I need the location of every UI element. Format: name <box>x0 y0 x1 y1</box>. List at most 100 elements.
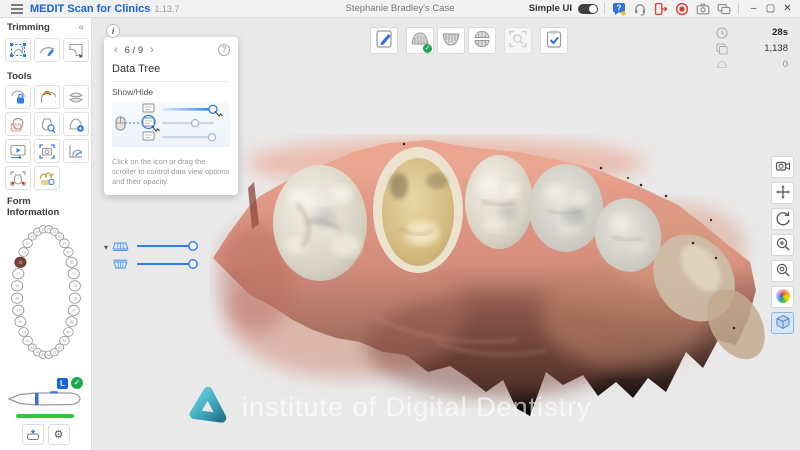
tooth-48[interactable]: 48 <box>11 292 24 304</box>
color-analysis-tool-button[interactable] <box>34 85 60 109</box>
simple-ui-toggle[interactable] <box>578 3 598 14</box>
scan-done-icon: ✓ <box>423 44 432 53</box>
smile-preview-icon <box>38 170 56 187</box>
scanner-calibration-button[interactable] <box>21 424 44 445</box>
screen-capture-icon[interactable] <box>695 1 711 17</box>
viewport-capture-button[interactable] <box>771 156 794 178</box>
occlusion-scan-icon <box>471 29 493 52</box>
maxilla-scan-button[interactable]: ✓ <box>406 27 434 54</box>
tooth-37[interactable]: 37 <box>67 304 80 316</box>
margin-line-tool-button[interactable] <box>63 139 89 163</box>
maxilla-layer-opacity-slider[interactable] <box>134 240 200 252</box>
tooth-34[interactable]: 34 <box>59 335 70 346</box>
mandible-layer-opacity-slider[interactable] <box>134 258 200 270</box>
box-view-icon <box>775 314 791 333</box>
app-window: MEDIT Scan for Clinics 1.13.7 Stephanie … <box>0 0 800 450</box>
occlusion-scan-button[interactable] <box>468 27 496 54</box>
sidebar: Trimming « Tools Form Information 18 17 16… <box>0 18 92 450</box>
tooth-45[interactable]: 45 <box>18 327 29 337</box>
svg-text:22: 22 <box>52 230 56 234</box>
edit-form-icon <box>374 29 394 52</box>
tooth-15[interactable]: 15 <box>18 247 29 257</box>
crown-check-icon <box>38 116 56 133</box>
minimize-button[interactable]: – <box>745 1 762 17</box>
tooth-24[interactable]: 24 <box>59 238 70 249</box>
upper-arch-mini-icon[interactable] <box>112 241 129 252</box>
help-button[interactable]: ? <box>218 44 230 56</box>
close-button[interactable]: ✕ <box>779 1 796 17</box>
tooth-28[interactable]: 28 <box>68 280 81 292</box>
tooth-16[interactable]: 16 <box>14 256 27 268</box>
occlusion-analysis-tool-button[interactable] <box>63 85 89 109</box>
crown-check-tool-button[interactable] <box>34 112 60 136</box>
svg-text:37: 37 <box>72 309 76 313</box>
tools-header: Tools <box>0 71 91 82</box>
ai-scan-button[interactable] <box>504 27 532 54</box>
edit-form-button[interactable] <box>370 27 398 54</box>
tooth-27[interactable]: 27 <box>67 268 80 280</box>
svg-text:26: 26 <box>70 261 74 265</box>
guide-popup: ‹ 6 / 9 › ? Data Tree Show/Hide Click on… <box>104 37 238 196</box>
info-button[interactable]: i <box>106 24 120 38</box>
region-select-tool-button[interactable] <box>5 112 31 136</box>
polygon-selection-icon <box>9 42 27 58</box>
extra-count: 0 <box>716 58 788 70</box>
svg-text:47: 47 <box>16 309 20 313</box>
color-mode-tool-button[interactable] <box>771 286 794 308</box>
lock-data-tool-button[interactable] <box>5 85 31 109</box>
next-page-button[interactable]: › <box>148 44 156 56</box>
divider <box>112 81 230 82</box>
svg-text:23: 23 <box>58 235 62 239</box>
curve-trim-tool-button[interactable] <box>34 38 60 62</box>
box-view-tool-button[interactable] <box>771 312 794 334</box>
menu-icon[interactable] <box>8 2 26 16</box>
frame-count-value: 1,138 <box>764 42 788 54</box>
svg-text:43: 43 <box>30 346 34 350</box>
tooth-35[interactable]: 35 <box>63 327 74 337</box>
lock-data-icon <box>9 89 27 106</box>
help-chat-icon[interactable]: ? <box>611 1 627 17</box>
arch-adjust-tool-button[interactable] <box>63 112 89 136</box>
scanner-settings-button[interactable]: ⚙ <box>47 424 70 445</box>
divider <box>604 3 605 14</box>
record-icon[interactable] <box>674 1 690 17</box>
margin-line-icon <box>67 143 85 160</box>
exit-session-icon[interactable] <box>653 1 669 17</box>
polygon-selection-tool-button[interactable] <box>5 38 31 62</box>
tooth-chart-svg: 1817161514131211 212223242526272848474645… <box>11 225 81 359</box>
tooth-18[interactable]: 18 <box>11 280 24 292</box>
pan-tool-button[interactable] <box>771 182 794 204</box>
screenshot-tool-button[interactable] <box>34 139 60 163</box>
area-trim-tool-button[interactable] <box>63 38 89 62</box>
dental-scan-model[interactable] <box>196 128 771 423</box>
tooth-38[interactable]: 38 <box>68 292 81 304</box>
zoom-fit-tool-button[interactable] <box>771 260 794 282</box>
mandible-scan-button[interactable] <box>437 27 465 54</box>
guide-caption: Click on the icon or drag the scroller t… <box>112 157 230 187</box>
lower-arch-mini-icon[interactable] <box>112 259 129 270</box>
svg-text:14: 14 <box>26 242 30 246</box>
tooth-47[interactable]: 47 <box>12 304 25 316</box>
tooth-chart[interactable]: 18 17 16 15 14 13 12 11 21 22 23 24 25 26 27 28 48 47 46 45… <box>4 210 88 375</box>
collapse-sidebar-icon[interactable]: « <box>78 22 84 33</box>
svg-text:33: 33 <box>58 346 62 350</box>
smile-preview-tool-button[interactable] <box>34 166 60 190</box>
tooth-36[interactable]: 36 <box>65 316 78 328</box>
remote-support-icon[interactable] <box>632 1 648 17</box>
data-tree-collapse-icon[interactable]: ▾ <box>104 240 108 252</box>
replay-tool-button[interactable] <box>5 139 31 163</box>
prev-page-button[interactable]: ‹ <box>112 44 120 56</box>
dual-monitor-icon[interactable] <box>716 1 732 17</box>
tooth-26[interactable]: 26 <box>65 256 78 268</box>
maximize-button[interactable]: ▢ <box>762 1 779 17</box>
molar-tooth-3 <box>529 164 603 252</box>
tooth-25[interactable]: 25 <box>63 247 74 257</box>
rotate-tool-button[interactable] <box>771 208 794 230</box>
tooth-17[interactable]: 17 <box>12 268 25 280</box>
zoom-tool-button[interactable] <box>771 234 794 256</box>
complete-scan-button[interactable] <box>540 27 568 54</box>
tooth-46[interactable]: 46 <box>14 316 27 328</box>
hd-capture-tool-button[interactable] <box>5 166 31 190</box>
scan-time-value: 28s <box>772 26 788 38</box>
scan-viewport[interactable]: institute of Digital Dentistry i ‹ 6 / 9… <box>92 18 800 450</box>
